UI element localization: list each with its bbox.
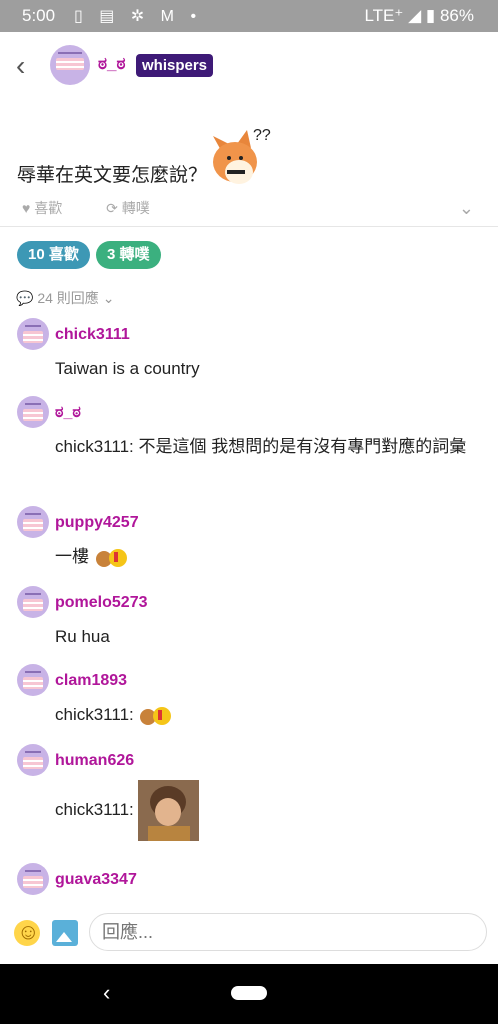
- reply-count-toggle[interactable]: 💬 24 則回應 ⌄: [16, 288, 114, 308]
- signal-icon: ◢: [408, 6, 422, 25]
- emoticon-icon: [95, 548, 127, 567]
- comment-text: chick3111: 不是這個 我想問的是有沒有專門對應的詞彙: [55, 437, 467, 456]
- divider: [0, 226, 498, 227]
- commenter-name[interactable]: ಠ_ಠ: [55, 404, 81, 422]
- chevron-down-icon: ⌄: [102, 290, 115, 306]
- reply-count-label: 24 則回應: [37, 290, 99, 306]
- network-label: LTE⁺: [364, 6, 404, 25]
- status-time: 5:00: [22, 6, 56, 25]
- notification-icons: ▯ ▤ ✲ M •: [74, 8, 203, 25]
- comment-text: chick3111:: [55, 705, 134, 724]
- comment-text: Ru hua: [55, 627, 110, 646]
- post-actions: ♥ 喜歡 ⟳ 轉噗: [22, 198, 190, 218]
- reply-bar: [0, 906, 498, 964]
- commenter-avatar[interactable]: [17, 664, 49, 696]
- nav-back-icon[interactable]: ‹: [103, 980, 110, 1006]
- reply-input[interactable]: [89, 913, 487, 951]
- comment-body: chick3111:: [55, 700, 485, 730]
- smiley-icon[interactable]: [14, 919, 40, 946]
- commenter-name[interactable]: human626: [55, 752, 134, 770]
- likes-count-pill[interactable]: 10 喜歡: [17, 241, 90, 269]
- system-nav-bar: ‹: [0, 964, 498, 1024]
- commenter-avatar[interactable]: [17, 744, 49, 776]
- image-icon[interactable]: [52, 920, 78, 946]
- comment-text: chick3111:: [55, 799, 134, 819]
- commenter-name[interactable]: pomelo5273: [55, 594, 147, 612]
- commenter-avatar[interactable]: [17, 396, 49, 428]
- comment-text: Taiwan is a country: [55, 359, 200, 378]
- fox-sticker: ??: [213, 127, 271, 184]
- reblog-label: 轉噗: [121, 200, 150, 216]
- commenter-avatar[interactable]: [17, 318, 49, 350]
- status-bar: 5:00 ▯ ▤ ✲ M • LTE⁺ ◢ ▮ 86%: [0, 0, 498, 32]
- post-header: ‹ ಠ_ಠ whispers: [0, 32, 498, 102]
- commenter-name[interactable]: chick3111: [55, 326, 130, 344]
- commenter-name[interactable]: clam1893: [55, 672, 127, 690]
- author-avatar[interactable]: [50, 45, 90, 85]
- author-name[interactable]: ಠ_ಠ: [98, 54, 125, 74]
- post-content: 辱華在英文要怎麼說？: [17, 165, 208, 186]
- commenter-name[interactable]: guava3347: [55, 871, 137, 889]
- commenter-name[interactable]: puppy4257: [55, 514, 139, 532]
- nav-home-button[interactable]: [231, 986, 267, 1000]
- battery-label: 86%: [439, 6, 474, 25]
- comment-body: chick3111:: [55, 780, 485, 841]
- chevron-down-icon[interactable]: ⌄: [459, 198, 474, 219]
- reblog-button[interactable]: ⟳ 轉噗: [106, 200, 170, 216]
- commenter-avatar[interactable]: [17, 506, 49, 538]
- speech-bubble-icon: 💬: [16, 290, 34, 306]
- comment-body: 一樓: [55, 542, 485, 572]
- status-right: LTE⁺ ◢ ▮ 86%: [364, 6, 474, 26]
- battery-icon: ▮: [425, 6, 436, 25]
- comment-text: 一樓: [55, 547, 89, 566]
- reblogs-count-pill[interactable]: 3 轉噗: [96, 241, 161, 269]
- like-label: 喜歡: [34, 200, 63, 216]
- qualifier-badge: whispers: [136, 54, 214, 77]
- svg-text:??: ??: [253, 127, 271, 144]
- like-button[interactable]: ♥ 喜歡: [22, 200, 82, 216]
- chevron-left-icon[interactable]: ‹: [16, 52, 25, 80]
- commenter-avatar[interactable]: [17, 586, 49, 618]
- comment-photo[interactable]: [138, 780, 200, 841]
- commenter-avatar[interactable]: [17, 863, 49, 895]
- emoticon-icon: [140, 706, 172, 725]
